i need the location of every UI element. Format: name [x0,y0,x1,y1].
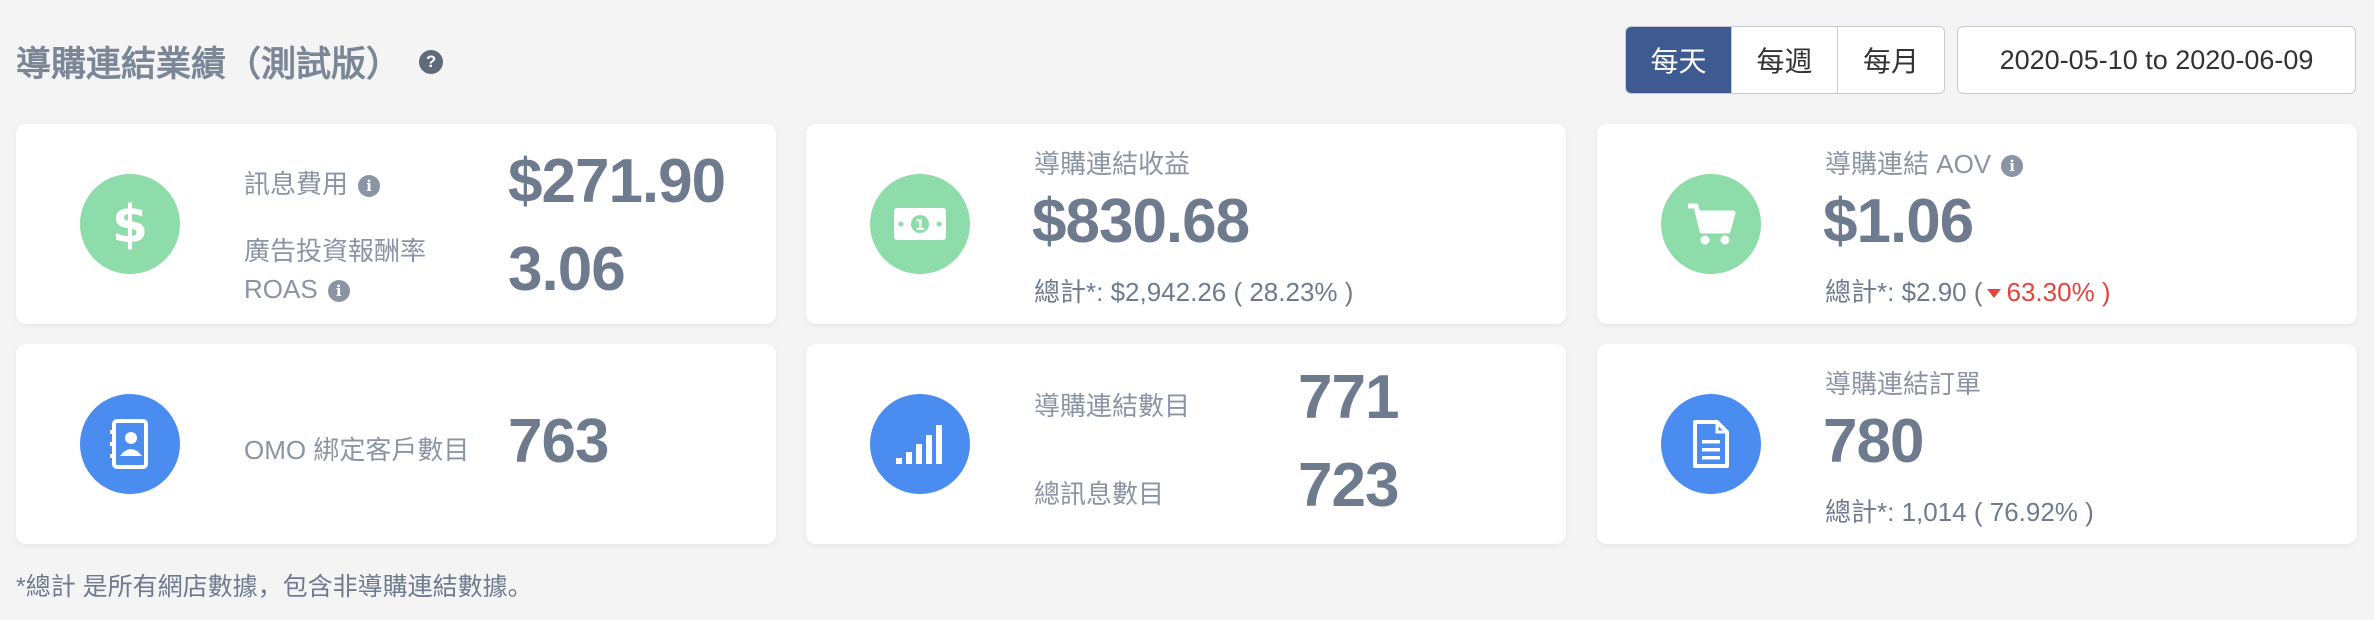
cart-icon [1661,174,1761,274]
contact-book-icon [80,394,180,494]
link-orders-value: 780 [1823,407,1924,476]
period-weekly-button[interactable]: 每週 [1732,27,1838,93]
footnote: *總計 是所有網店數據，包含非導購連結數據。 [16,573,533,601]
message-cost-label: 訊息費用 i [244,164,381,201]
omo-customers-card: OMO 綁定客戶數目 763 [16,344,776,544]
page-title-text: 導購連結業績（測試版） [16,45,402,84]
message-count-value: 723 [1298,451,1399,520]
link-aov-total: 總計*: $2.90 (63.30% ) [1825,277,2111,307]
link-revenue-card: 1 導購連結收益 $830.68 總計*: $2,942.26 ( 28.23%… [806,124,1566,324]
link-count-value: 771 [1298,363,1399,432]
date-range-picker[interactable]: 2020-05-10 to 2020-06-09 [1957,26,2356,94]
message-count-label: 總訊息數目 [1034,479,1165,509]
money-bill-icon: 1 [870,174,970,274]
svg-text:1: 1 [915,216,925,234]
link-counts-card: 導購連結數目 771 總訊息數目 723 [806,344,1566,544]
link-aov-value: $1.06 [1823,187,1974,256]
period-toggle: 每天 每週 每月 [1625,26,1945,94]
period-daily-button[interactable]: 每天 [1626,27,1732,93]
link-orders-label: 導購連結訂單 [1825,369,1982,399]
link-revenue-value: $830.68 [1032,187,1250,256]
dollar-icon: $ [80,174,180,274]
link-aov-card: 導購連結 AOV i $1.06 總計*: $2.90 (63.30% ) [1597,124,2357,324]
omo-customers-label: OMO 綁定客戶數目 [244,435,470,465]
info-icon[interactable]: i [327,280,350,303]
info-icon[interactable]: i [2001,155,2024,178]
info-icon[interactable]: i [358,175,381,198]
link-revenue-label: 導購連結收益 [1034,149,1191,179]
help-icon[interactable]: ? [419,49,444,74]
period-monthly-button[interactable]: 每月 [1838,27,1944,93]
link-aov-label: 導購連結 AOV i [1825,144,2024,181]
caret-down-icon [1986,288,2001,298]
roas-value: 3.06 [508,235,626,304]
signal-bars-icon [870,394,970,494]
link-orders-total: 總計*: 1,014 ( 76.92% ) [1825,497,2094,527]
message-cost-value: $271.90 [508,147,726,216]
roas-label: 廣告投資報酬率 ROAS i [244,236,427,304]
link-count-label: 導購連結數目 [1034,391,1191,421]
link-orders-card: 導購連結訂單 780 總計*: 1,014 ( 76.92% ) [1597,344,2357,544]
link-revenue-total: 總計*: $2,942.26 ( 28.23% ) [1034,277,1354,307]
document-icon [1661,394,1761,494]
omo-customers-value: 763 [508,407,609,476]
message-cost-card: $ 訊息費用 i $271.90 廣告投資報酬率 ROAS i 3.06 [16,124,776,324]
page-title: 導購連結業績（測試版） ? [16,36,444,87]
svg-text:$: $ [112,195,148,254]
